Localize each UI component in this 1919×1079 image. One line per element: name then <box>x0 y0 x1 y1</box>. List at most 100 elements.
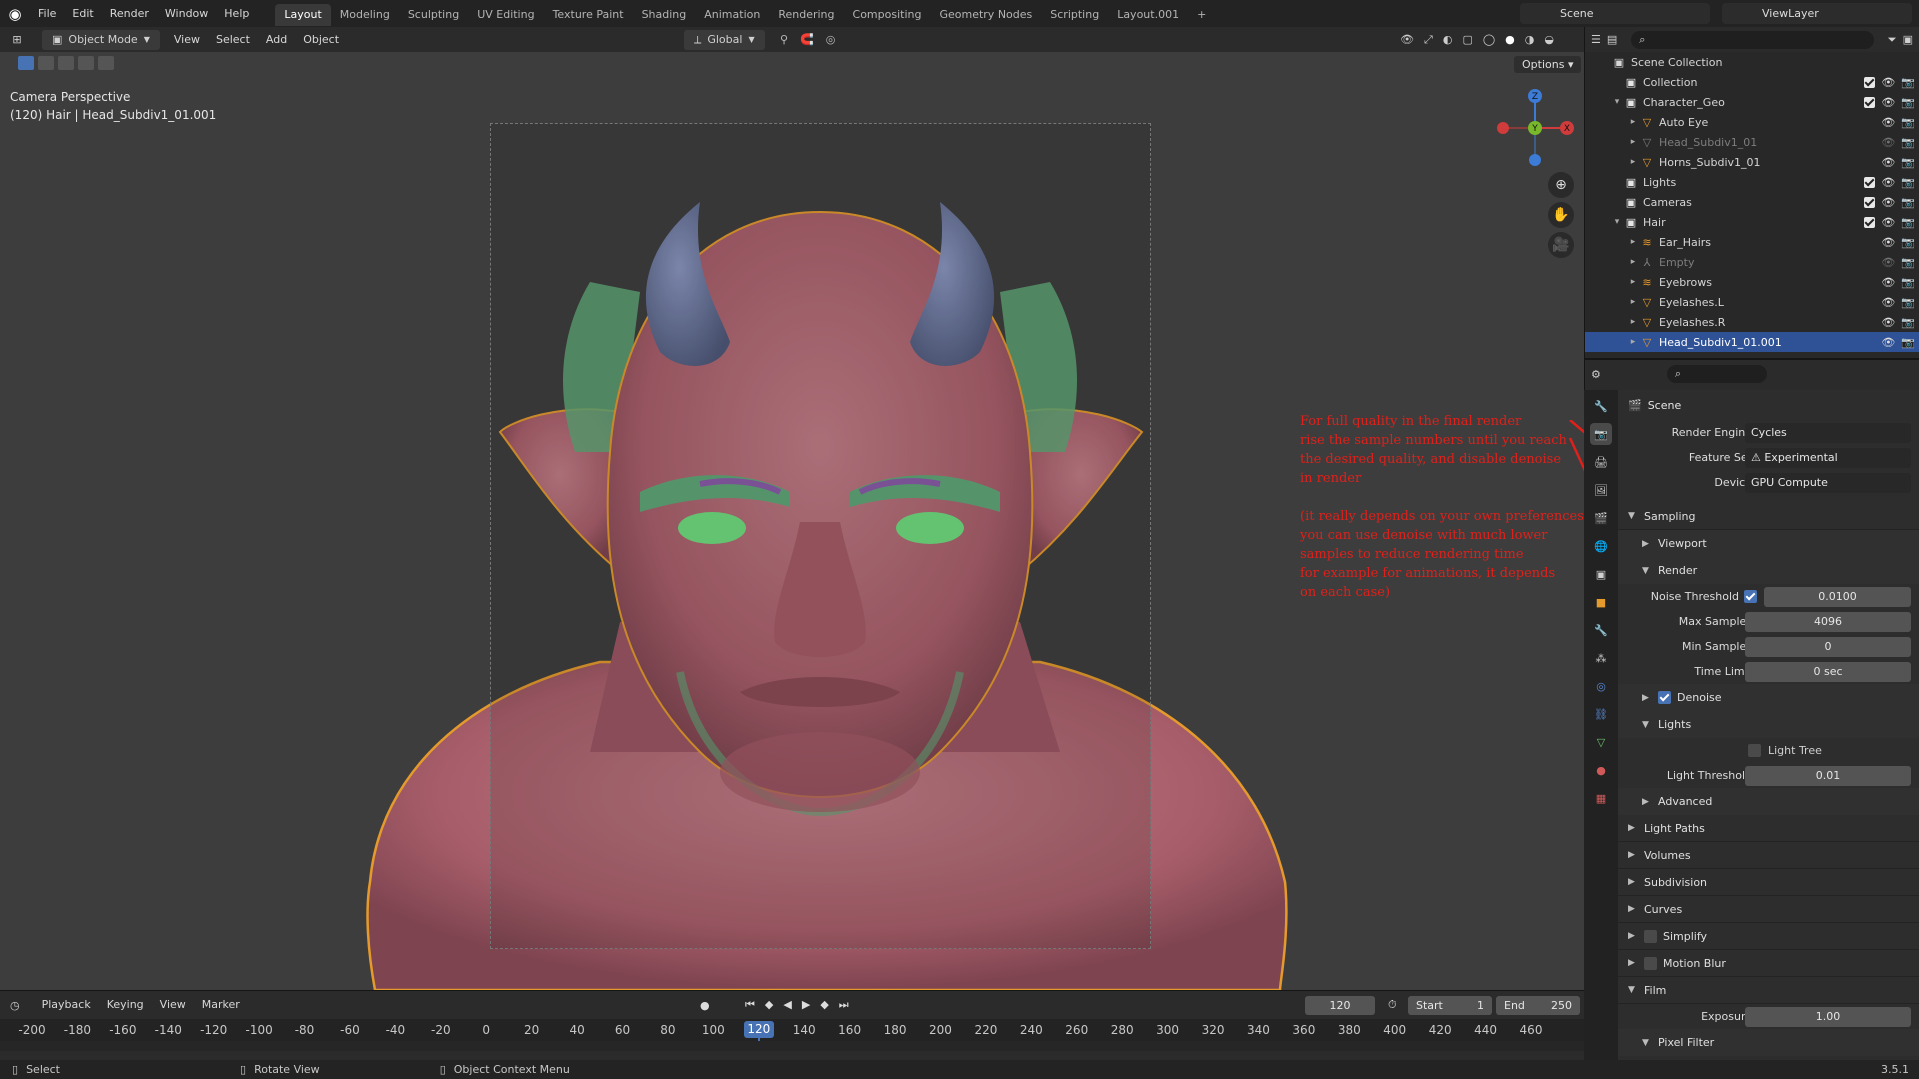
render-camera-icon[interactable]: 📷 <box>1901 296 1915 309</box>
modifier-tab-icon[interactable]: 🔧 <box>1590 619 1612 641</box>
play-icon[interactable]: ▶ <box>802 998 810 1012</box>
menu-help[interactable]: Help <box>216 0 257 27</box>
outliner-row[interactable]: ▸ ▽ Eyelashes.R 👁 📷 <box>1585 312 1919 332</box>
visibility-eye-icon[interactable]: 👁 <box>1881 136 1895 149</box>
material-shading-icon[interactable]: ◑ <box>1525 33 1535 46</box>
light-tree-checkbox[interactable] <box>1748 744 1761 757</box>
gizmo-icon[interactable]: ⤢ <box>1424 33 1433 47</box>
outliner-row[interactable]: ▾ ▣ Hair 👁 📷 <box>1585 212 1919 232</box>
visibility-icon[interactable]: 👁 <box>1400 33 1414 46</box>
render-camera-icon[interactable]: 📷 <box>1901 196 1915 209</box>
view-layer-tab-icon[interactable]: 🖼 <box>1590 479 1612 501</box>
jump-end-icon[interactable]: ⏭ <box>839 998 849 1012</box>
viewport-subpanel-header[interactable]: ▶ Viewport <box>1618 530 1919 557</box>
snap-icon[interactable]: 🧲 <box>800 33 814 46</box>
outliner-row[interactable]: ▸ ▽ Eyelashes.L 👁 📷 <box>1585 292 1919 312</box>
workspace-tab-layout-001[interactable]: Layout.001 <box>1108 4 1188 26</box>
texture-tab-icon[interactable]: ▦ <box>1590 787 1612 809</box>
render-camera-icon[interactable]: 📷 <box>1901 216 1915 229</box>
editor-type-icon[interactable]: ◷ <box>10 999 20 1012</box>
visibility-eye-icon[interactable]: 👁 <box>1881 116 1895 129</box>
menu-render[interactable]: Render <box>102 0 157 27</box>
outliner-row[interactable]: ▸ ▽ Head_Subdiv1_01.001 👁 📷 <box>1585 332 1919 352</box>
expand-arrow-icon[interactable]: ▸ <box>1627 257 1639 267</box>
preview-range-icon[interactable]: ⏱ <box>1388 998 1397 1012</box>
min-samples-field[interactable]: 0 <box>1745 636 1911 657</box>
world-tab-icon[interactable]: 🌐 <box>1590 535 1612 557</box>
render-camera-icon[interactable]: 📷 <box>1901 256 1915 269</box>
transform-orientation-dropdown[interactable]: ⟂ Global ▼ <box>684 29 765 50</box>
start-frame-field[interactable]: Start 1 <box>1408 995 1492 1015</box>
motion-blur-panel-header[interactable]: ▶ Motion Blur <box>1618 950 1919 977</box>
outliner-row[interactable]: ▣ Cameras 👁 📷 <box>1585 192 1919 212</box>
visibility-eye-icon[interactable]: 👁 <box>1881 316 1895 329</box>
render-camera-icon[interactable]: 📷 <box>1901 116 1915 129</box>
expand-arrow-icon[interactable]: ▸ <box>1627 317 1639 327</box>
proportional-edit-icon[interactable]: ◎ <box>826 33 836 46</box>
workspace-tab-geometry-nodes[interactable]: Geometry Nodes <box>930 4 1041 26</box>
expand-arrow-icon[interactable]: ▸ <box>1627 337 1639 347</box>
workspace-tab-rendering[interactable]: Rendering <box>769 4 843 26</box>
visibility-eye-icon[interactable]: 👁 <box>1881 96 1895 109</box>
outliner-row[interactable]: ▸ ≋ Ear_Hairs 👁 📷 <box>1585 232 1919 252</box>
expand-arrow-icon[interactable]: ▸ <box>1627 157 1639 167</box>
navigation-gizmo[interactable]: Z X Y <box>1495 88 1575 168</box>
outliner-row[interactable]: ▸ ⅄ Empty 👁 📷 <box>1585 252 1919 272</box>
zoom-icon[interactable]: ⊕ <box>1548 172 1574 198</box>
exposure-field[interactable]: 1.00 <box>1745 1006 1911 1027</box>
exclude-checkbox[interactable] <box>1864 176 1876 188</box>
record-icon[interactable]: ● <box>700 999 710 1012</box>
expand-arrow-icon[interactable]: ▸ <box>1627 277 1639 287</box>
expand-arrow-icon[interactable]: ▸ <box>1627 297 1639 307</box>
xray-icon[interactable]: ▢ <box>1462 33 1472 46</box>
expand-arrow-icon[interactable]: ▾ <box>1611 97 1623 107</box>
end-frame-field[interactable]: End 250 <box>1496 995 1580 1015</box>
outliner-row[interactable]: ▾ ▣ Character_Geo 👁 📷 <box>1585 92 1919 112</box>
viewport-menu-add[interactable]: Add <box>258 29 295 51</box>
expand-arrow-icon[interactable]: ▾ <box>1611 217 1623 227</box>
film-panel-header[interactable]: ▼ Film <box>1618 977 1919 1004</box>
simplify-checkbox[interactable] <box>1644 929 1657 943</box>
new-collection-icon[interactable]: ▣ <box>1903 33 1913 46</box>
scene-tab-icon[interactable]: 🎬 <box>1590 507 1612 529</box>
feature-set-dropdown[interactable]: ⚠ Experimental <box>1745 447 1911 468</box>
outliner-row[interactable]: ▣ Collection 👁 📷 <box>1585 72 1919 92</box>
workspace-tab-shading[interactable]: Shading <box>633 4 696 26</box>
device-dropdown[interactable]: GPU Compute <box>1745 472 1911 493</box>
overlay-icon[interactable]: ◐ <box>1443 33 1453 46</box>
time-limit-field[interactable]: 0 sec <box>1745 661 1911 682</box>
workspace-tab-scripting[interactable]: Scripting <box>1041 4 1108 26</box>
render-camera-icon[interactable]: 📷 <box>1901 236 1915 249</box>
noise-threshold-checkbox[interactable] <box>1744 590 1757 603</box>
render-camera-icon[interactable]: 📷 <box>1901 176 1915 189</box>
timeline-ruler[interactable]: -200 -180 -160 -140 -120 -100 -80 -60 -40 -20 0 20 4… <box>0 1019 1584 1050</box>
pixel-filter-subpanel-header[interactable]: ▼ Pixel Filter <box>1618 1029 1919 1056</box>
outliner-row[interactable]: ▣ Lights 👁 📷 <box>1585 172 1919 192</box>
mode-dropdown[interactable]: ▣ Object Mode ▼ <box>42 29 160 50</box>
viewport-menu-select[interactable]: Select <box>208 29 258 51</box>
timeline-menu-marker[interactable]: Marker <box>194 994 248 1016</box>
workspace-tab-texture-paint[interactable]: Texture Paint <box>544 4 633 26</box>
render-subpanel-header[interactable]: ▼ Render <box>1618 557 1919 584</box>
visibility-eye-icon[interactable]: 👁 <box>1881 236 1895 249</box>
next-keyframe-icon[interactable]: ◆ <box>820 998 828 1012</box>
tool-tab-icon[interactable]: 🔧 <box>1590 395 1612 417</box>
menu-file[interactable]: File <box>30 0 64 27</box>
scene-selector[interactable]: Scene <box>1520 3 1710 24</box>
display-mode-icon[interactable]: ▤ <box>1607 33 1617 46</box>
viewlayer-selector[interactable]: ViewLayer <box>1722 3 1912 24</box>
timeline-menu-playback[interactable]: Playback <box>34 994 99 1016</box>
jump-start-icon[interactable]: ⏮ <box>745 998 755 1012</box>
visibility-eye-icon[interactable]: 👁 <box>1881 156 1895 169</box>
viewport-menu-object[interactable]: Object <box>295 29 347 51</box>
rendered-shading-icon[interactable]: ◒ <box>1544 33 1554 46</box>
menu-window[interactable]: Window <box>157 0 216 27</box>
data-tab-icon[interactable]: ▽ <box>1590 731 1612 753</box>
outliner-row[interactable]: ▸ ▽ Horns_Subdiv1_01 👁 📷 <box>1585 152 1919 172</box>
expand-arrow-icon[interactable]: ▸ <box>1627 137 1639 147</box>
exclude-checkbox[interactable] <box>1864 196 1876 208</box>
editor-type-icon[interactable]: ☰ <box>1591 33 1601 46</box>
render-camera-icon[interactable]: 📷 <box>1901 276 1915 289</box>
viewport-menu-view[interactable]: View <box>166 29 208 51</box>
timeline-menu-view[interactable]: View <box>152 994 194 1016</box>
